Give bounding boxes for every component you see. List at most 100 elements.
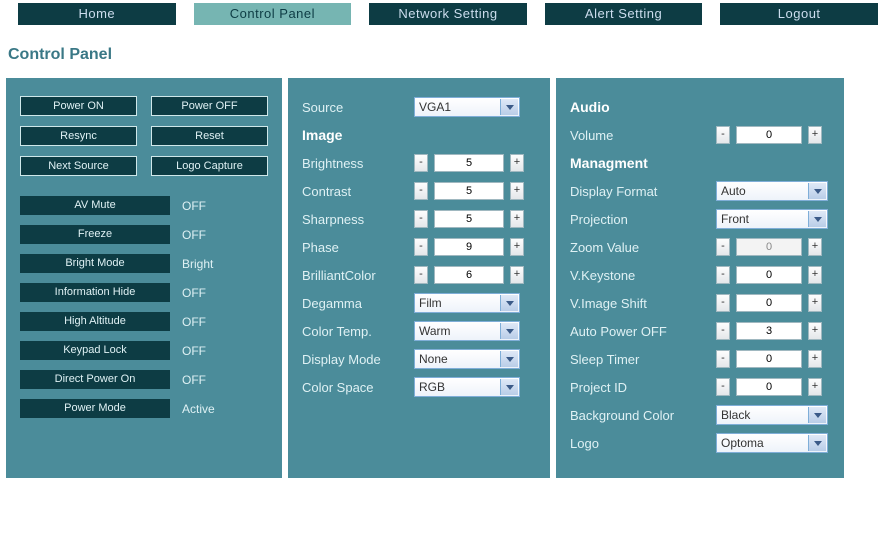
vkeystone-plus[interactable]: + [808, 266, 822, 284]
panels: Power ON Power OFF Resync Reset Next Sou… [0, 78, 896, 484]
brilliantcolor-plus[interactable]: + [510, 266, 524, 284]
volume-minus[interactable]: - [716, 126, 730, 144]
next-source-button[interactable]: Next Source [20, 156, 137, 176]
colortemp-select[interactable]: Warm [414, 321, 520, 341]
colorspace-label: Color Space [302, 380, 414, 395]
logo-label: Logo [570, 436, 716, 451]
sleeptimer-field[interactable] [736, 350, 802, 368]
volume-field[interactable] [736, 126, 802, 144]
autopoweroff-field[interactable] [736, 322, 802, 340]
autopoweroff-minus[interactable]: - [716, 322, 730, 340]
panel-power: Power ON Power OFF Resync Reset Next Sou… [6, 78, 282, 478]
high-altitude-value: OFF [182, 315, 206, 329]
projection-select[interactable]: Front [716, 209, 828, 229]
sharpness-field[interactable] [434, 210, 504, 228]
vkeystone-label: V.Keystone [570, 268, 716, 283]
management-header: Managment [570, 155, 682, 171]
freeze-toggle[interactable]: Freeze [20, 225, 170, 244]
degamma-select[interactable]: Film [414, 293, 520, 313]
nav-network-setting[interactable]: Network Setting [369, 3, 527, 25]
projectid-field[interactable] [736, 378, 802, 396]
brilliantcolor-minus[interactable]: - [414, 266, 428, 284]
contrast-field[interactable] [434, 182, 504, 200]
dispmode-label: Display Mode [302, 352, 414, 367]
vimageshift-field[interactable] [736, 294, 802, 312]
bgcolor-label: Background Color [570, 408, 716, 423]
panel-audio-management: Audio Volume - + Managment Display Forma… [556, 78, 844, 478]
bright-mode-toggle[interactable]: Bright Mode [20, 254, 170, 273]
brilliantcolor-label: BrilliantColor [302, 268, 414, 283]
av-mute-toggle[interactable]: AV Mute [20, 196, 170, 215]
page-title: Control Panel [0, 28, 896, 78]
projectid-label: Project ID [570, 380, 716, 395]
logo-capture-button[interactable]: Logo Capture [151, 156, 268, 176]
direct-power-on-toggle[interactable]: Direct Power On [20, 370, 170, 389]
logo-select[interactable]: Optoma [716, 433, 828, 453]
contrast-plus[interactable]: + [510, 182, 524, 200]
image-header: Image [302, 127, 414, 143]
nav-control-panel[interactable]: Control Panel [194, 3, 352, 25]
colortemp-label: Color Temp. [302, 324, 414, 339]
information-hide-value: OFF [182, 286, 206, 300]
projectid-minus[interactable]: - [716, 378, 730, 396]
bright-mode-value: Bright [182, 257, 213, 271]
dispmode-select[interactable]: None [414, 349, 520, 369]
phase-field[interactable] [434, 238, 504, 256]
zoom-plus[interactable]: + [808, 238, 822, 256]
zoom-field[interactable] [736, 238, 802, 256]
top-nav: Home Control Panel Network Setting Alert… [0, 0, 896, 28]
sleeptimer-plus[interactable]: + [808, 350, 822, 368]
nav-home[interactable]: Home [18, 3, 176, 25]
phase-plus[interactable]: + [510, 238, 524, 256]
power-off-button[interactable]: Power OFF [151, 96, 268, 116]
vimageshift-minus[interactable]: - [716, 294, 730, 312]
zoom-minus[interactable]: - [716, 238, 730, 256]
autopoweroff-plus[interactable]: + [808, 322, 822, 340]
freeze-value: OFF [182, 228, 206, 242]
information-hide-toggle[interactable]: Information Hide [20, 283, 170, 302]
panel-image: Source VGA1 Image Brightness - + Contras… [288, 78, 550, 478]
autopoweroff-label: Auto Power OFF [570, 324, 716, 339]
direct-power-on-value: OFF [182, 373, 206, 387]
brightness-field[interactable] [434, 154, 504, 172]
power-mode-value: Active [182, 402, 215, 416]
contrast-label: Contrast [302, 184, 414, 199]
sleeptimer-minus[interactable]: - [716, 350, 730, 368]
keypad-lock-value: OFF [182, 344, 206, 358]
projectid-plus[interactable]: + [808, 378, 822, 396]
contrast-minus[interactable]: - [414, 182, 428, 200]
nav-logout[interactable]: Logout [720, 3, 878, 25]
dispfmt-select[interactable]: Auto [716, 181, 828, 201]
source-select[interactable]: VGA1 [414, 97, 520, 117]
brightness-plus[interactable]: + [510, 154, 524, 172]
reset-button[interactable]: Reset [151, 126, 268, 146]
audio-header: Audio [570, 99, 682, 115]
vkeystone-field[interactable] [736, 266, 802, 284]
vimageshift-plus[interactable]: + [808, 294, 822, 312]
keypad-lock-toggle[interactable]: Keypad Lock [20, 341, 170, 360]
sharpness-plus[interactable]: + [510, 210, 524, 228]
zoom-label: Zoom Value [570, 240, 716, 255]
colorspace-select[interactable]: RGB [414, 377, 520, 397]
volume-plus[interactable]: + [808, 126, 822, 144]
power-mode-toggle[interactable]: Power Mode [20, 399, 170, 418]
bgcolor-select[interactable]: Black [716, 405, 828, 425]
brilliantcolor-field[interactable] [434, 266, 504, 284]
degamma-label: Degamma [302, 296, 414, 311]
vimageshift-label: V.Image Shift [570, 296, 716, 311]
av-mute-value: OFF [182, 199, 206, 213]
resync-button[interactable]: Resync [20, 126, 137, 146]
high-altitude-toggle[interactable]: High Altitude [20, 312, 170, 331]
nav-alert-setting[interactable]: Alert Setting [545, 3, 703, 25]
power-on-button[interactable]: Power ON [20, 96, 137, 116]
sharpness-label: Sharpness [302, 212, 414, 227]
phase-label: Phase [302, 240, 414, 255]
brightness-minus[interactable]: - [414, 154, 428, 172]
sharpness-minus[interactable]: - [414, 210, 428, 228]
toggles: AV Mute OFF Freeze OFF Bright Mode Brigh… [20, 196, 268, 418]
sleeptimer-label: Sleep Timer [570, 352, 716, 367]
projection-label: Projection [570, 212, 716, 227]
dispfmt-label: Display Format [570, 184, 716, 199]
vkeystone-minus[interactable]: - [716, 266, 730, 284]
phase-minus[interactable]: - [414, 238, 428, 256]
